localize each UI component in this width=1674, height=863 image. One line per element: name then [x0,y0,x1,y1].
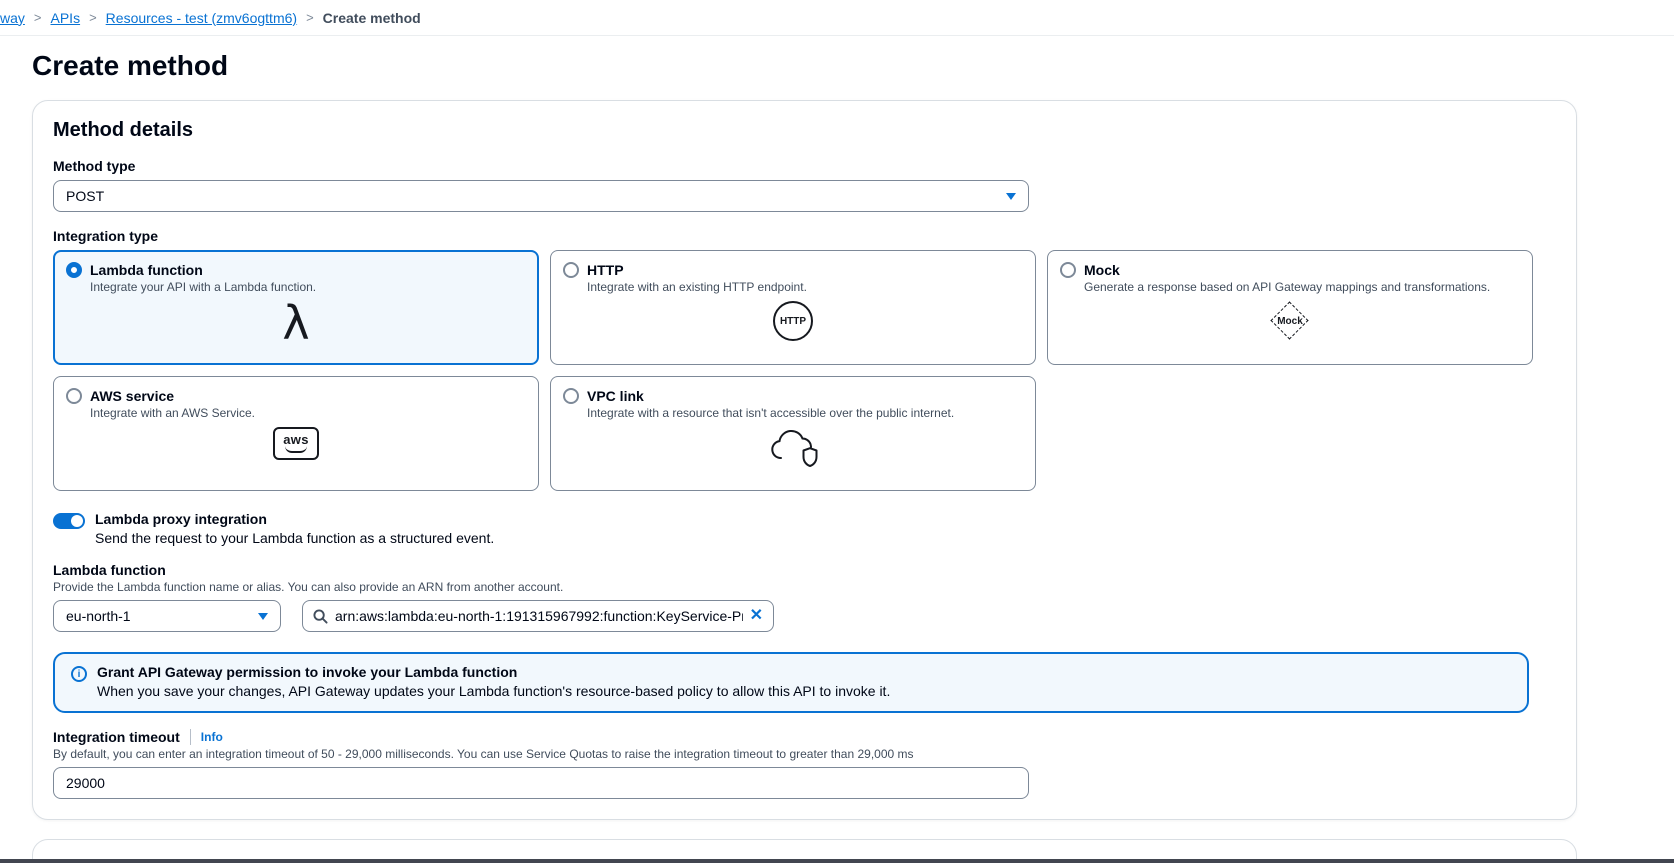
chevron-right-icon: > [306,10,314,25]
tile-mock[interactable]: Mock Generate a response based on API Ga… [1047,250,1533,365]
tile-description: Integrate your API with a Lambda functio… [90,280,526,294]
split-panel-edge [0,859,1674,863]
page-title: Create method [32,50,1674,82]
chevron-down-icon [258,613,268,620]
lambda-function-arn-box: ✕ [302,600,774,632]
tile-name: HTTP [587,262,624,278]
integration-type-field: Integration type Lambda function Integra… [53,228,1556,491]
http-icon: HTTP [773,301,813,341]
integration-timeout-info-link[interactable]: Info [201,730,223,744]
breadcrumb-item-apis[interactable]: APIs [51,10,81,26]
tile-name: AWS service [90,388,174,404]
tile-lambda-function[interactable]: Lambda function Integrate your API with … [53,250,539,365]
breadcrumb: way > APIs > Resources - test (zmv6ogttm… [0,0,1674,36]
mock-radio[interactable] [1060,262,1076,278]
aws-service-radio[interactable] [66,388,82,404]
http-radio[interactable] [563,262,579,278]
method-details-card: Method details Method type POST Integrat… [32,100,1577,820]
lambda-function-field: Lambda function Provide the Lambda funct… [53,562,1556,632]
integration-timeout-label: Integration timeout [53,729,180,745]
method-type-field: Method type POST [53,158,1556,212]
tile-vpc-link[interactable]: VPC link Integrate with a resource that … [550,376,1036,491]
alert-title: Grant API Gateway permission to invoke y… [97,664,890,680]
info-icon: i [71,666,87,682]
lambda-icon: λ [282,301,309,345]
aws-icon: aws [273,427,318,460]
alert-description: When you save your changes, API Gateway … [97,683,890,699]
tile-description: Generate a response based on API Gateway… [1084,280,1520,294]
lambda-proxy-description: Send the request to your Lambda function… [95,530,494,546]
lambda-proxy-label: Lambda proxy integration [95,511,494,527]
tile-name: VPC link [587,388,644,404]
search-icon [313,609,328,624]
vpc-link-radio[interactable] [563,388,579,404]
tile-description: Integrate with a resource that isn't acc… [587,406,1023,420]
divider [190,729,191,745]
vpc-link-icon [767,427,819,474]
lambda-function-label: Lambda function [53,562,1556,578]
chevron-right-icon: > [34,10,42,25]
region-select[interactable]: eu-north-1 [53,600,281,632]
lambda-function-radio[interactable] [66,262,82,278]
clear-icon[interactable]: ✕ [750,608,763,624]
mock-icon: Mock [1267,301,1313,341]
chevron-down-icon [1006,193,1016,200]
lambda-function-arn-input[interactable] [335,608,743,624]
integration-type-label: Integration type [53,228,1556,244]
integration-timeout-field: Integration timeout Info By default, you… [53,729,1556,799]
breadcrumb-item-resources[interactable]: Resources - test (zmv6ogttm6) [106,10,297,26]
lambda-proxy-row: Lambda proxy integration Send the reques… [53,511,1556,546]
method-type-value: POST [66,188,104,204]
chevron-right-icon: > [89,10,97,25]
tile-http[interactable]: HTTP Integrate with an existing HTTP end… [550,250,1036,365]
tile-description: Integrate with an existing HTTP endpoint… [587,280,1023,294]
tile-aws-service[interactable]: AWS service Integrate with an AWS Servic… [53,376,539,491]
method-type-select[interactable]: POST [53,180,1029,212]
breadcrumb-item-current: Create method [323,10,421,26]
tile-name: Mock [1084,262,1120,278]
permission-info-alert: i Grant API Gateway permission to invoke… [53,652,1529,713]
region-value: eu-north-1 [66,608,131,624]
lambda-function-description: Provide the Lambda function name or alia… [53,580,1556,594]
integration-timeout-input[interactable] [53,767,1029,799]
breadcrumb-item-gateway[interactable]: way [0,10,25,26]
integration-timeout-description: By default, you can enter an integration… [53,747,1556,761]
tile-description: Integrate with an AWS Service. [90,406,526,420]
integration-type-tiles: Lambda function Integrate your API with … [53,250,1556,491]
tile-name: Lambda function [90,262,203,278]
card-title: Method details [53,119,1556,142]
method-type-label: Method type [53,158,1556,174]
lambda-proxy-toggle[interactable] [53,513,85,529]
